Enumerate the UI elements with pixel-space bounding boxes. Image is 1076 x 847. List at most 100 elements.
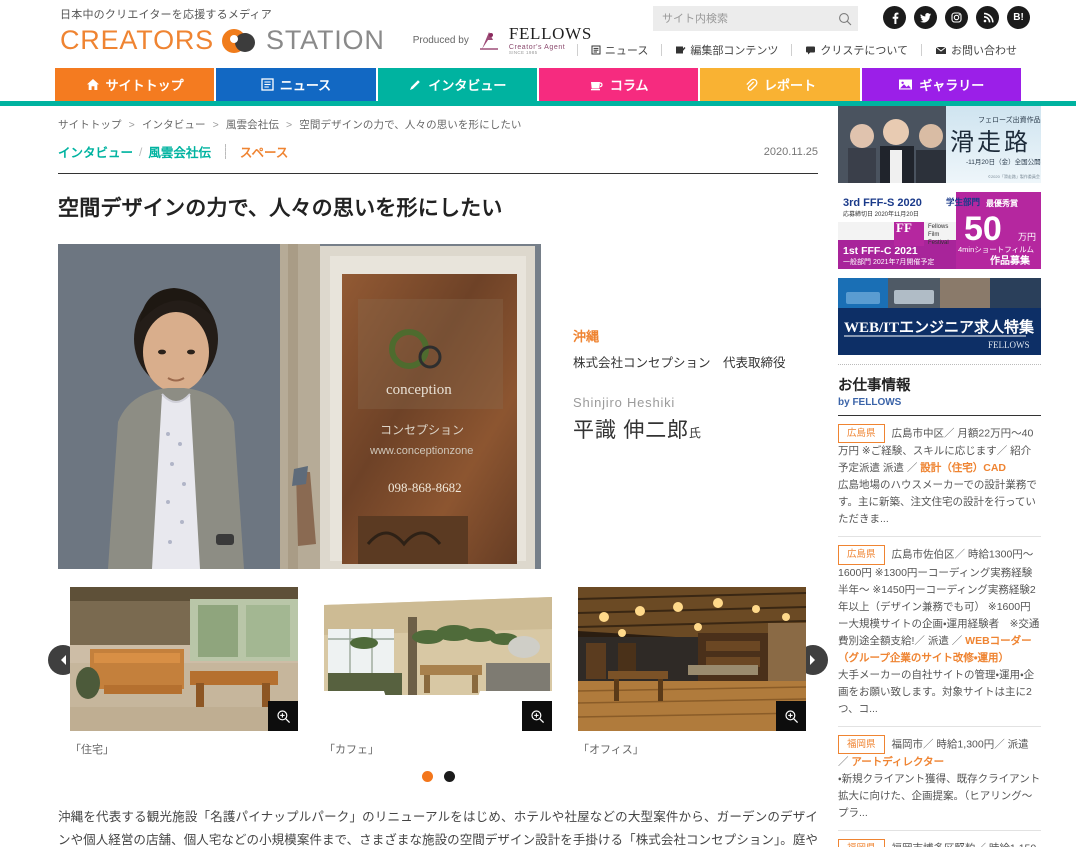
breadcrumb-item-3: 空間デザインの力で、人々の思いを形にしたい: [299, 119, 522, 131]
sidebar: フェローズ出資作品 滑走路 -11月20日（金）全国公開- ©2020「滑走路」…: [838, 106, 1041, 847]
engineer-banner-brand: FELLOWS: [988, 340, 1030, 350]
logo-text-creators: CREATORS: [60, 25, 215, 55]
svg-text:www.conceptionzone: www.conceptionzone: [369, 445, 473, 457]
cup-icon: [590, 82, 603, 91]
header-link-news[interactable]: ニュース: [578, 42, 661, 58]
gallery-thumbnail[interactable]: [324, 587, 552, 731]
main-column: サイトトップ > インタビュー > 風雲会社伝 > 空間デザインの力で、人々の思…: [48, 106, 828, 847]
site-logo[interactable]: CREATORS STATION Produced by FELLOWS Cre: [60, 25, 592, 56]
svg-text:©2020「滑走路」製作委員会: ©2020「滑走路」製作委員会: [988, 173, 1040, 179]
profile-company: 株式会社コンセプション 代表取締役: [573, 356, 786, 370]
profile-name-text: 平識 伸二郎: [573, 419, 689, 443]
gallery-carousel: 「住宅」 「カフェ」 「オフィス」: [48, 587, 828, 782]
site-search[interactable]: [653, 6, 858, 31]
fff-call: 作品募集: [990, 254, 1031, 267]
clip-icon: [746, 78, 758, 91]
job-list-item[interactable]: 福岡県福岡市博多区堅粕／ 時給1,150円～1,200円 ※スキル・経験による／…: [838, 831, 1041, 847]
nav-tab-interview[interactable]: インタビュー: [377, 68, 539, 101]
header-link-label: クリステについて: [820, 45, 908, 57]
engineer-banner-illustration: WEB/ITエンジニア求人特集 FELLOWS: [838, 278, 1041, 355]
instagram-icon[interactable]: [945, 6, 968, 29]
twitter-icon[interactable]: [914, 6, 937, 29]
logo-text: CREATORS: [60, 25, 214, 56]
gallery-thumbnail[interactable]: [578, 587, 806, 731]
job-prefecture-badge: 広島県: [838, 424, 885, 444]
hatena-label: B!: [1013, 12, 1024, 23]
pencil-icon: [676, 46, 686, 54]
fff-line2: 応募締切日 2020年11月20日: [843, 210, 919, 218]
article-tag[interactable]: スペース: [240, 142, 289, 161]
svg-text:conception: conception: [386, 382, 452, 398]
thumbnail-cafe-illustration: [324, 587, 552, 731]
article-body: 沖縄を代表する観光施設「名護パイナップルパーク」のリニューアルをはじめ、ホテルや…: [58, 810, 818, 847]
chevron-right-icon: [810, 655, 815, 665]
thumbnail-residence-illustration: [70, 587, 298, 731]
gallery-caption: 「カフェ」: [324, 744, 379, 756]
horizontal-rule: [58, 173, 818, 174]
main-navigation: サイトトップ ニュース インタビュー コラム レポート ギャラリー: [55, 68, 1021, 101]
chevron-left-icon: [61, 655, 66, 665]
carousel-dot-2[interactable]: [443, 771, 455, 782]
job-prefecture-badge: 福岡県: [838, 839, 885, 847]
header-link-contact[interactable]: お問い合わせ: [922, 42, 1030, 58]
gallery-thumbnail[interactable]: [70, 587, 298, 731]
breadcrumb-item-1[interactable]: インタビュー: [142, 119, 206, 131]
search-input[interactable]: [653, 12, 832, 25]
header-link-label: ニュース: [604, 45, 649, 57]
job-list-item[interactable]: 福岡県 福岡市／ 時給1,300円／ 派遣 ／ アートディレクター ・新規クライア…: [838, 727, 1041, 832]
svg-text:Film: Film: [928, 232, 939, 238]
breadcrumb-item-2[interactable]: 風雲会社伝: [226, 119, 279, 131]
job-description: 広島地場のハウスメーカーでの設計業務です。主に新築、注文住宅の設計を行っていただ…: [838, 479, 1037, 526]
fff-line3: 1st FFF-C 2021: [843, 245, 918, 257]
svg-text:Festival: Festival: [928, 240, 949, 246]
web-it-engineer-banner[interactable]: WEB/ITエンジニア求人特集 FELLOWS: [838, 278, 1041, 355]
job-role: 設計（住宅）CAD: [920, 462, 1007, 475]
header-link-label: お問い合わせ: [951, 45, 1017, 57]
nav-tab-gallery[interactable]: ギャラリー: [861, 68, 1021, 101]
svg-text:コンセプション: コンセプション: [380, 423, 464, 437]
fff-line1: 3rd FFF-S 2020: [843, 197, 922, 209]
magnifier-plus-icon[interactable]: [776, 701, 806, 731]
nav-tab-report[interactable]: レポート: [700, 68, 862, 101]
search-icon[interactable]: [832, 12, 858, 26]
breadcrumb-item-0[interactable]: サイトトップ: [58, 119, 122, 131]
job-list-item[interactable]: 広島県 広島市中区／ 月額22万円～40万円 ※ご経験、スキルに応じます／ 紹介予…: [838, 416, 1041, 538]
thumbnail-office-illustration: [578, 587, 806, 731]
header-link-about[interactable]: クリステについて: [792, 42, 921, 58]
nav-tab-news[interactable]: ニュース: [216, 68, 378, 101]
fellows-film-festival-banner[interactable]: 3rd FFF-S 2020 学生部門 応募締切日 2020年11月20日 FF…: [838, 192, 1041, 269]
fff-short: 4minショートフィルム: [958, 245, 1034, 254]
produced-by-block: Produced by FELLOWS Creator's Agent SINC…: [413, 25, 592, 56]
gallery-item: 「オフィス」: [578, 587, 806, 757]
social-links: B!: [883, 6, 1030, 29]
rss-icon[interactable]: [976, 6, 999, 29]
header-link-editorial[interactable]: 編集部コンテンツ: [662, 42, 791, 58]
gallery-item: 「カフェ」: [324, 587, 552, 757]
category-secondary[interactable]: 風雲会社伝: [148, 142, 211, 161]
nav-tab-label: ギャラリー: [919, 78, 985, 93]
hero-section: conception コンセプション www.conceptionzone 09…: [58, 244, 818, 569]
category-primary[interactable]: インタビュー: [58, 142, 133, 161]
svg-text:FF: FF: [896, 220, 912, 235]
profile-name: 平識 伸二郎氏: [573, 414, 813, 444]
facebook-icon[interactable]: [883, 6, 906, 29]
hatena-bookmark-icon[interactable]: B!: [1007, 6, 1030, 29]
carousel-dot-1[interactable]: [421, 771, 433, 782]
nav-tab-site-top[interactable]: サイトトップ: [55, 68, 217, 101]
job-list-item[interactable]: 広島県 広島市佐伯区／ 時給1300円～1600円 ※1300円ーコーディング実務…: [838, 537, 1041, 727]
creators-station-logo-icon: [218, 26, 262, 56]
page-root: 日本中のクリエイターを応援するメディア CREATORS STATION Pro…: [0, 0, 1076, 847]
breadcrumb-separator: >: [128, 119, 135, 131]
jobs-subtitle: by FELLOWS: [838, 397, 902, 408]
nav-tab-column[interactable]: コラム: [538, 68, 701, 101]
carousel-dots: [58, 771, 818, 782]
gallery-caption: 「オフィス」: [578, 744, 644, 756]
divider: [224, 144, 226, 159]
news-icon: [261, 78, 274, 91]
banner-line1: フェローズ出資作品: [978, 115, 1041, 124]
magnifier-plus-icon[interactable]: [522, 701, 552, 731]
profile-block: 沖縄 株式会社コンセプション 代表取締役 Shinjiro Heshiki 平識…: [573, 244, 813, 569]
fellows-movie-banner[interactable]: フェローズ出資作品 滑走路 -11月20日（金）全国公開- ©2020「滑走路」…: [838, 106, 1041, 183]
magnifier-plus-icon[interactable]: [268, 701, 298, 731]
nav-tab-label: ニュース: [279, 78, 332, 93]
